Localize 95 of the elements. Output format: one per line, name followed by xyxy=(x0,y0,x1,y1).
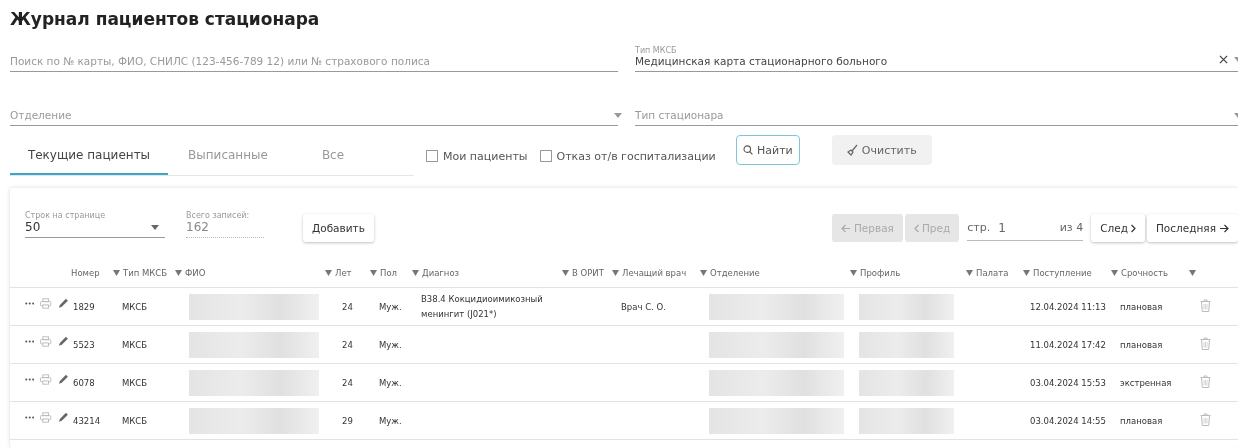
table-cell: МКСБ xyxy=(122,377,148,388)
table-cell: 29 xyxy=(342,415,353,426)
column-header[interactable]: ФИО xyxy=(185,267,206,278)
page-label: стр. xyxy=(967,221,991,234)
record-count: 162 xyxy=(186,220,210,234)
column-header[interactable]: Пол xyxy=(380,267,398,278)
filter-icon[interactable] xyxy=(562,269,569,276)
admission-date: 12.04.2024 11:13 xyxy=(1030,301,1106,312)
column-header[interactable]: Номер xyxy=(71,267,100,278)
checkbox-label: Отказ от/в госпитализации xyxy=(556,149,716,163)
table-cell: плановая xyxy=(1120,415,1163,426)
field-placeholder: Поиск по № карты, ФИО, СНИЛС (123-456-789 12) или № страхового полиса xyxy=(10,55,430,67)
checkbox[interactable] xyxy=(539,150,552,162)
column-header[interactable]: Диагноз xyxy=(422,267,460,278)
pencil-icon[interactable] xyxy=(57,374,68,385)
filter-icon[interactable] xyxy=(325,269,332,276)
table-cell: 24 xyxy=(342,301,353,312)
field-label: Всего записей: xyxy=(186,211,251,220)
page-title: Журнал пациентов стационара xyxy=(10,8,321,30)
table-cell: B38.4 Кокцидиоимикозный менингит (J021*) xyxy=(421,294,543,319)
column-header[interactable]: Лет xyxy=(335,267,352,278)
broom-icon xyxy=(846,144,858,156)
caret-icon xyxy=(151,224,159,230)
filter-icon[interactable] xyxy=(412,269,419,276)
field-value: 50 xyxy=(25,220,41,234)
record-number: 43214 xyxy=(73,415,101,426)
column-header[interactable]: Профиль xyxy=(860,267,901,278)
record-number: 6078 xyxy=(73,377,95,388)
filter-icon[interactable] xyxy=(113,269,120,276)
search-icon xyxy=(742,144,753,156)
search-button[interactable]: Найти xyxy=(735,135,800,165)
pencil-icon[interactable] xyxy=(57,336,68,347)
rows-per-page-select[interactable]: Строк на странице 50 xyxy=(25,211,165,238)
column-header[interactable]: В ОРИТ xyxy=(572,267,604,278)
column-header[interactable]: Тип МКСБ xyxy=(123,267,168,278)
table-cell: Муж. xyxy=(379,377,402,388)
column-header[interactable]: Лечащий врач xyxy=(622,267,687,278)
more-icon[interactable] xyxy=(25,340,35,343)
field-value: Медицинская карта стационарного больного xyxy=(635,55,888,67)
record-number: 1829 xyxy=(73,301,95,312)
field-placeholder: Тип стационара xyxy=(635,109,724,121)
filter-icon[interactable] xyxy=(612,269,619,276)
page-number: 1 xyxy=(998,220,1006,235)
page-field[interactable]: стр. 1 из 4 xyxy=(967,215,1084,241)
last-page-button[interactable]: Последняя xyxy=(1146,214,1238,242)
field-label: Строк на странице xyxy=(25,211,107,220)
add-button[interactable]: Добавить xyxy=(303,214,374,242)
filter-icon[interactable] xyxy=(1189,269,1196,276)
record-number: 5523 xyxy=(73,339,95,350)
chevron-left-icon xyxy=(913,223,919,233)
admission-date: 03.04.2024 14:55 xyxy=(1030,415,1106,426)
pencil-icon[interactable] xyxy=(57,412,68,423)
table-cell: экстренная xyxy=(1120,377,1172,388)
clear-icon[interactable] xyxy=(1219,55,1228,64)
clear-button[interactable]: Очистить xyxy=(831,135,932,165)
filter-icon[interactable] xyxy=(175,269,182,276)
table-cell: МКСБ xyxy=(122,339,148,350)
tab[interactable]: Текущие пациенты xyxy=(10,136,168,175)
filter-icon[interactable] xyxy=(1111,269,1118,276)
next-page-button[interactable]: След xyxy=(1091,214,1145,242)
admission-date: 03.04.2024 15:53 xyxy=(1030,377,1106,388)
column-header[interactable]: Срочность xyxy=(1121,267,1168,278)
filter-icon[interactable] xyxy=(966,269,973,276)
table-cell: плановая xyxy=(1120,339,1163,350)
filter-icon[interactable] xyxy=(700,269,707,276)
checkbox[interactable] xyxy=(426,150,438,162)
column-header[interactable]: Отделение xyxy=(710,267,760,278)
table-cell: Врач С. О. xyxy=(621,301,666,312)
arrow-left-icon xyxy=(840,223,851,233)
pencil-icon[interactable] xyxy=(57,298,68,309)
checkbox-label: Мои пациенты xyxy=(443,149,528,163)
more-icon[interactable] xyxy=(25,416,35,419)
column-header[interactable]: Палата xyxy=(976,267,1009,278)
table-cell: МКСБ xyxy=(122,415,148,426)
table-cell: МКСБ xyxy=(122,301,148,312)
table-cell: Муж. xyxy=(379,301,402,312)
filter-icon[interactable] xyxy=(850,269,857,276)
table-cell: 24 xyxy=(342,377,353,388)
filter-icon[interactable] xyxy=(370,269,377,276)
more-icon[interactable] xyxy=(25,378,35,381)
table-cell: плановая xyxy=(1120,301,1163,312)
caret-icon[interactable] xyxy=(614,113,622,118)
table-cell: Муж. xyxy=(379,415,402,426)
field-placeholder: Отделение xyxy=(10,109,72,121)
more-icon[interactable] xyxy=(25,302,35,305)
page-count: из 4 xyxy=(1059,221,1084,234)
chevron-right-icon xyxy=(1130,223,1136,233)
filter-icon[interactable] xyxy=(1023,269,1030,276)
dropdown-field[interactable]: Тип МКСБ Медицинская карта стационарного больного xyxy=(635,38,1238,72)
column-header[interactable]: Поступление xyxy=(1033,267,1092,278)
arrow-right-icon xyxy=(1219,223,1229,233)
admission-date: 11.04.2024 17:42 xyxy=(1030,339,1106,350)
field-label: Тип МКСБ xyxy=(635,46,677,55)
table-cell: Муж. xyxy=(379,339,402,350)
table-cell: 24 xyxy=(342,339,353,350)
